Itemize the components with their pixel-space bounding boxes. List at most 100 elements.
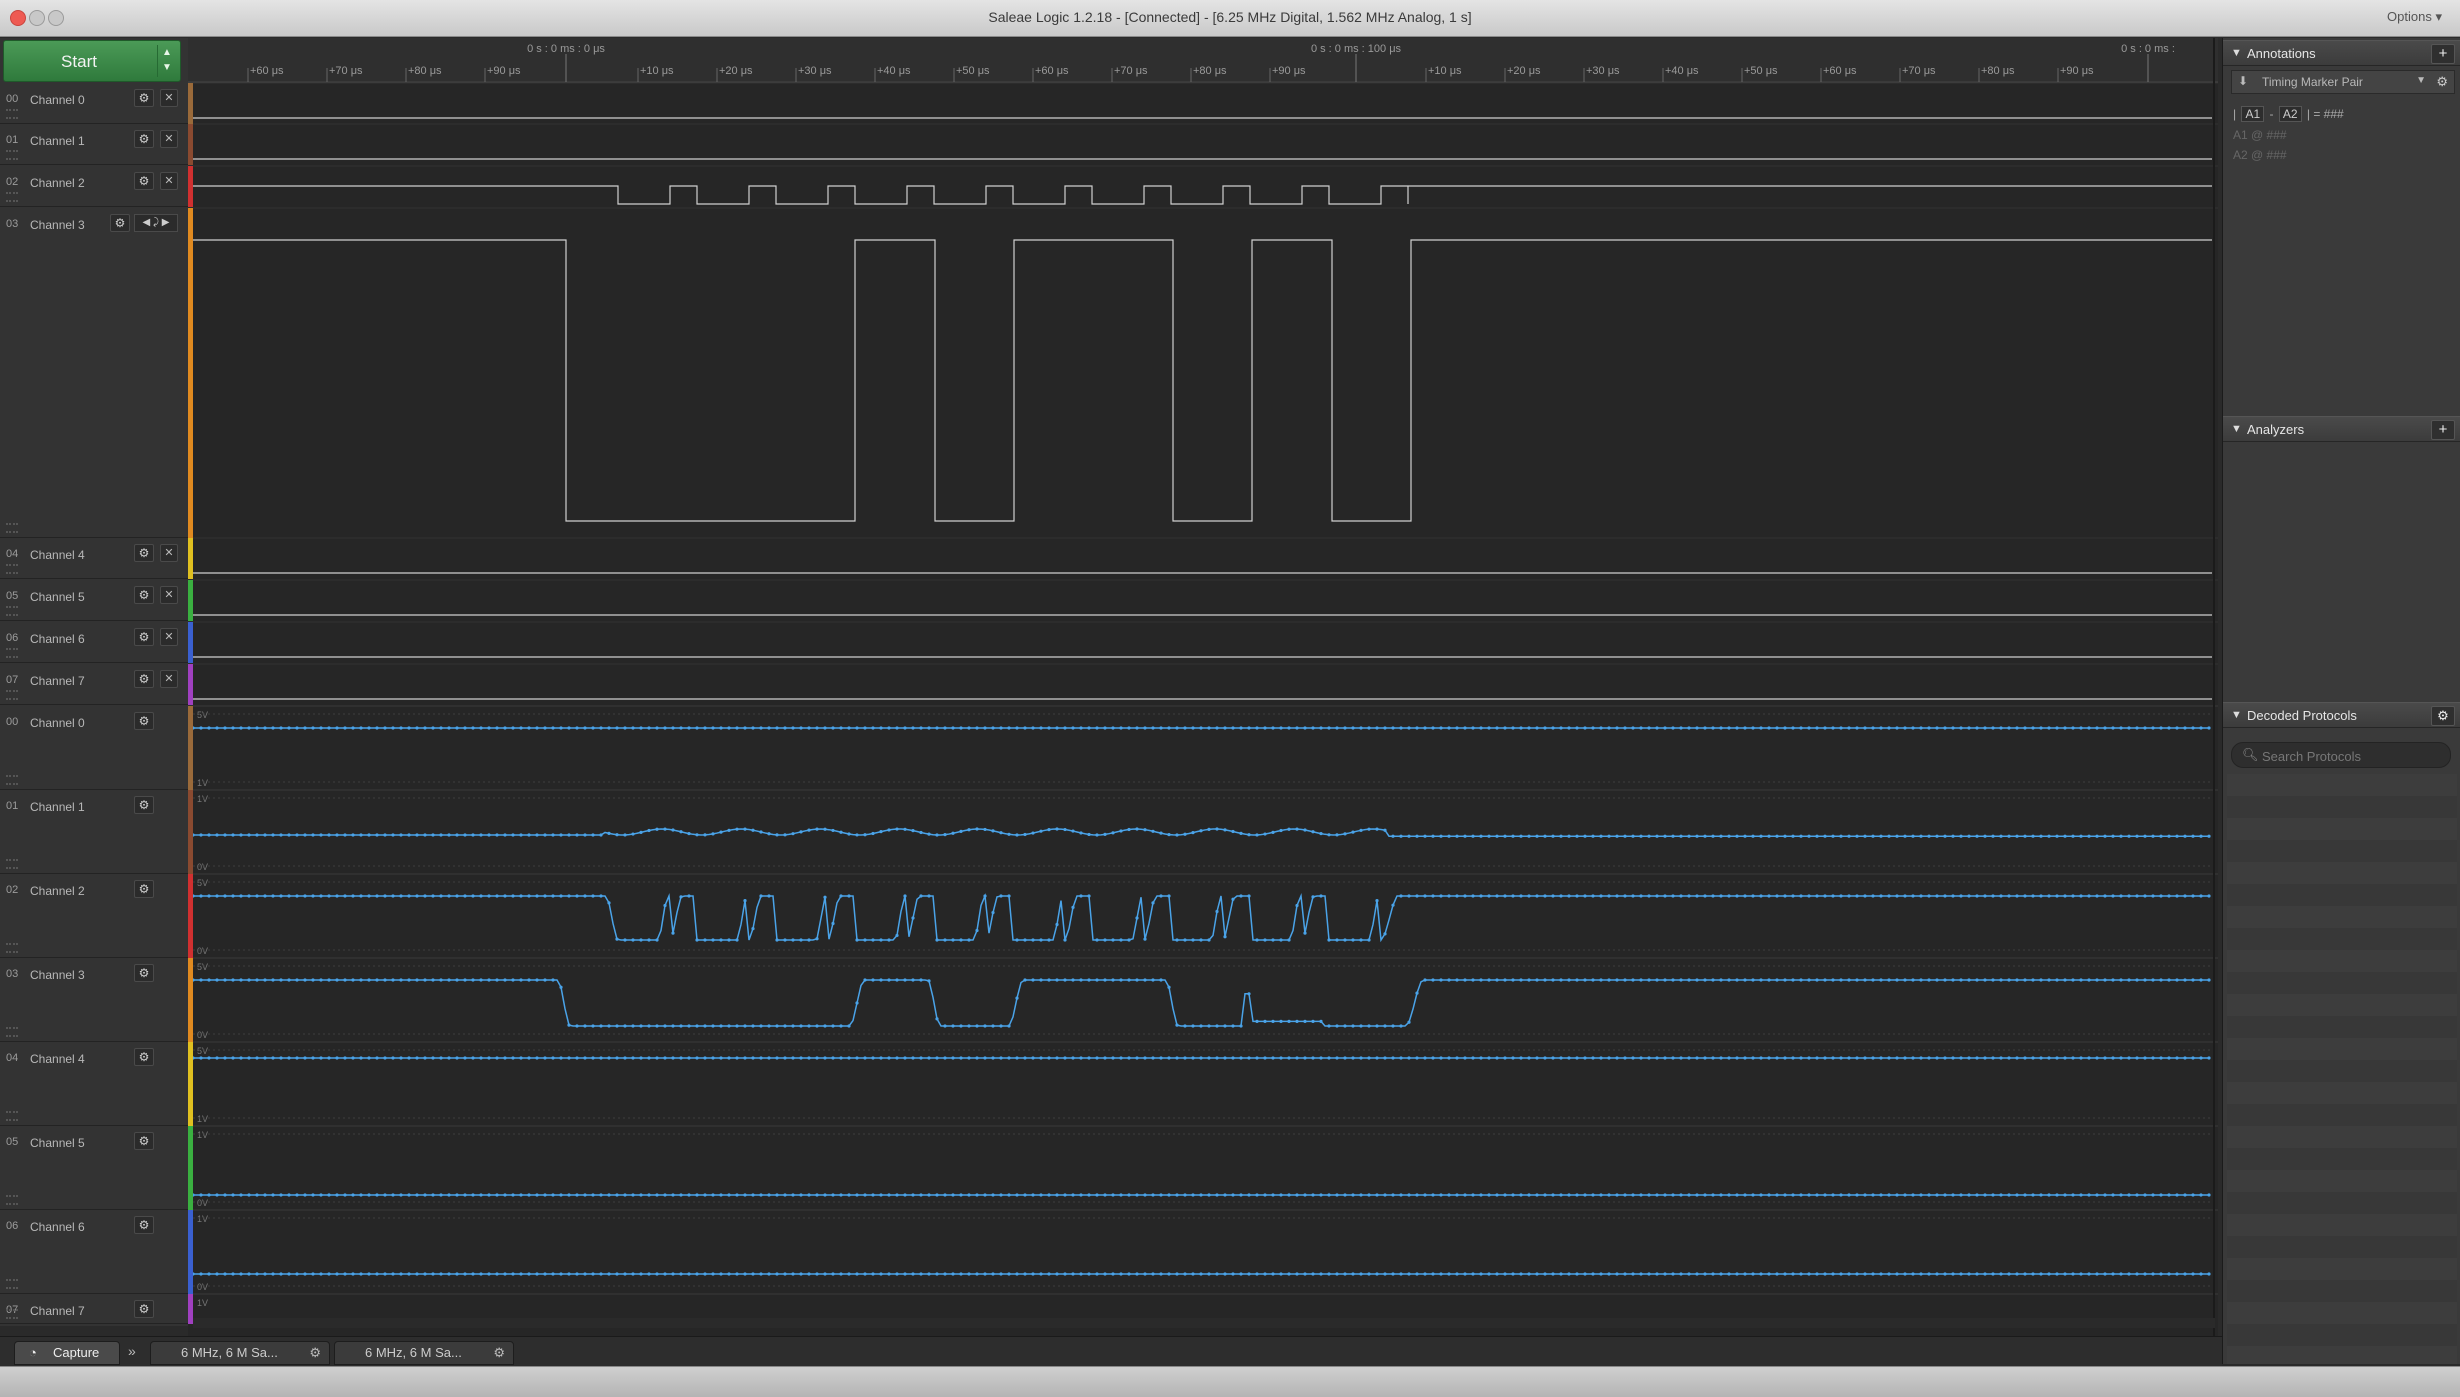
drag-handle[interactable] (6, 859, 18, 869)
add-analyzer-button[interactable]: + (2431, 420, 2455, 440)
pin-icon: ⬇ (2238, 74, 2249, 88)
digital-channel-row[interactable]: 05 Channel 5 ⚙ ✕ (0, 580, 188, 621)
gear-icon[interactable]: ⚙ (134, 1132, 154, 1150)
channel-name[interactable]: Channel 4 (30, 1052, 85, 1066)
analog-channel-row[interactable]: 01 Channel 1 ⚙ (0, 790, 188, 874)
annotations-header[interactable]: ▼ Annotations + (2223, 40, 2460, 66)
digital-channel-row[interactable]: 06 Channel 6 ⚙ ✕ (0, 622, 188, 663)
gear-icon[interactable]: ⚙ (134, 628, 154, 646)
gear-icon[interactable]: ⚙ (134, 1216, 154, 1234)
drag-handle[interactable] (6, 1309, 18, 1319)
analyzers-header[interactable]: ▼ Analyzers + (2223, 416, 2460, 442)
drag-handle[interactable] (6, 690, 18, 700)
a2-box[interactable]: A2 (2278, 106, 2302, 122)
capture-tab[interactable]: ◔ Capture (14, 1341, 120, 1365)
digital-channel-row[interactable]: 00 Channel 0 ⚙ ✕ (0, 83, 188, 124)
decoded-protocols-header[interactable]: ▼ Decoded Protocols ⚙ (2223, 702, 2460, 728)
close-icon[interactable]: ✕ (160, 544, 178, 562)
gear-icon[interactable]: ⚙ (134, 544, 154, 562)
channel-name[interactable]: Channel 4 (30, 548, 85, 562)
tabs-overflow-arrows[interactable]: » (128, 1343, 136, 1359)
close-icon[interactable]: ✕ (160, 89, 178, 107)
channel-name[interactable]: Channel 1 (30, 800, 85, 814)
channel-name[interactable]: Channel 6 (30, 632, 85, 646)
a1-box[interactable]: A1 (2241, 106, 2265, 122)
gear-icon[interactable]: ⚙ (309, 1342, 321, 1364)
gear-icon[interactable]: ⚙ (134, 586, 154, 604)
channel-name[interactable]: Channel 0 (30, 93, 85, 107)
digital-channel-row[interactable]: 07 Channel 7 ⚙ ✕ (0, 664, 188, 705)
timing-marker-pair[interactable]: ⬇ Timing Marker Pair ▼ ⚙ (2231, 70, 2455, 94)
analog-channel-row[interactable]: 07 Channel 7 ⚙ (0, 1294, 188, 1324)
close-icon[interactable]: ✕ (160, 130, 178, 148)
drag-handle[interactable] (6, 1279, 18, 1289)
start-button[interactable]: Start ▲ ▼ (3, 40, 181, 82)
channel-name[interactable]: Channel 2 (30, 176, 85, 190)
trigger-icon[interactable]: ◀ ⤸ ▶ (134, 214, 178, 232)
digital-channel-row[interactable]: 01 Channel 1 ⚙ ✕ (0, 124, 188, 165)
channel-name[interactable]: Channel 0 (30, 716, 85, 730)
analog-channel-row[interactable]: 02 Channel 2 ⚙ (0, 874, 188, 958)
options-menu[interactable]: Options ▾ (2387, 9, 2442, 25)
add-annotation-button[interactable]: + (2431, 44, 2455, 64)
drag-handle[interactable] (6, 564, 18, 574)
drag-handle[interactable] (6, 775, 18, 785)
gear-icon[interactable]: ⚙ (134, 670, 154, 688)
gear-icon[interactable]: ⚙ (2436, 74, 2448, 90)
gear-icon[interactable]: ⚙ (134, 1300, 154, 1318)
drag-handle[interactable] (6, 1111, 18, 1121)
close-icon[interactable]: ✕ (160, 172, 178, 190)
drag-handle[interactable] (6, 150, 18, 160)
analog-channel-row[interactable]: 04 Channel 4 ⚙ (0, 1042, 188, 1126)
drag-handle[interactable] (6, 523, 18, 533)
gear-icon[interactable]: ⚙ (134, 1048, 154, 1066)
drag-handle[interactable] (6, 606, 18, 616)
channel-name[interactable]: Channel 3 (30, 218, 85, 232)
chevron-down-icon[interactable]: ▼ (2416, 75, 2426, 86)
drag-handle[interactable] (6, 1195, 18, 1205)
session-tab-2[interactable]: 6 MHz, 6 M Sa... ⚙ (334, 1341, 514, 1365)
gear-icon[interactable]: ⚙ (134, 89, 154, 107)
analog-channel-row[interactable]: 06 Channel 6 ⚙ (0, 1210, 188, 1294)
drag-handle[interactable] (6, 1027, 18, 1037)
sample-point (407, 833, 411, 837)
horizontal-scrollbar[interactable] (193, 1318, 2215, 1328)
drag-handle[interactable] (6, 648, 18, 658)
start-options-arrows[interactable]: ▲ ▼ (157, 45, 176, 77)
session-tab-1[interactable]: 6 MHz, 6 M Sa... ⚙ (150, 1341, 330, 1365)
waveform-view[interactable]: 0 s : 0 ms : 0 μs 0 s : 0 ms : 100 μs 0 s … (188, 38, 2218, 1336)
analog-channel-row[interactable]: 03 Channel 3 ⚙ (0, 958, 188, 1042)
channel-name[interactable]: Channel 7 (30, 674, 85, 688)
gear-icon[interactable]: ⚙ (2431, 706, 2455, 726)
close-icon[interactable]: ✕ (160, 670, 178, 688)
analog-channel-row[interactable]: 05 Channel 5 ⚙ (0, 1126, 188, 1210)
sample-point (1279, 1019, 1283, 1024)
close-icon[interactable]: ✕ (160, 586, 178, 604)
gear-icon[interactable]: ⚙ (134, 964, 154, 982)
channel-name[interactable]: Channel 3 (30, 968, 85, 982)
gear-icon[interactable]: ⚙ (134, 712, 154, 730)
decoded-protocols-list[interactable] (2227, 774, 2457, 1364)
search-protocols[interactable]: 🔍︎ (2231, 742, 2451, 768)
channel-name[interactable]: Channel 6 (30, 1220, 85, 1234)
channel-name[interactable]: Channel 2 (30, 884, 85, 898)
gear-icon[interactable]: ⚙ (134, 880, 154, 898)
drag-handle[interactable] (6, 109, 18, 119)
drag-handle[interactable] (6, 943, 18, 953)
gear-icon[interactable]: ⚙ (134, 796, 154, 814)
digital-channel-row[interactable]: 03 Channel 3 ⚙ ◀ ⤸ ▶ (0, 208, 188, 538)
close-icon[interactable]: ✕ (160, 628, 178, 646)
channel-name[interactable]: Channel 5 (30, 1136, 85, 1150)
search-input[interactable] (2260, 746, 2444, 766)
gear-icon[interactable]: ⚙ (493, 1342, 505, 1364)
digital-channel-row[interactable]: 02 Channel 2 ⚙ ✕ (0, 166, 188, 207)
gear-icon[interactable]: ⚙ (134, 172, 154, 190)
analog-channel-row[interactable]: 00 Channel 0 ⚙ (0, 706, 188, 790)
digital-channel-row[interactable]: 04 Channel 4 ⚙ ✕ (0, 538, 188, 579)
gear-icon[interactable]: ⚙ (110, 214, 130, 232)
channel-name[interactable]: Channel 5 (30, 590, 85, 604)
channel-name[interactable]: Channel 7 (30, 1304, 85, 1318)
drag-handle[interactable] (6, 192, 18, 202)
channel-name[interactable]: Channel 1 (30, 134, 85, 148)
gear-icon[interactable]: ⚙ (134, 130, 154, 148)
